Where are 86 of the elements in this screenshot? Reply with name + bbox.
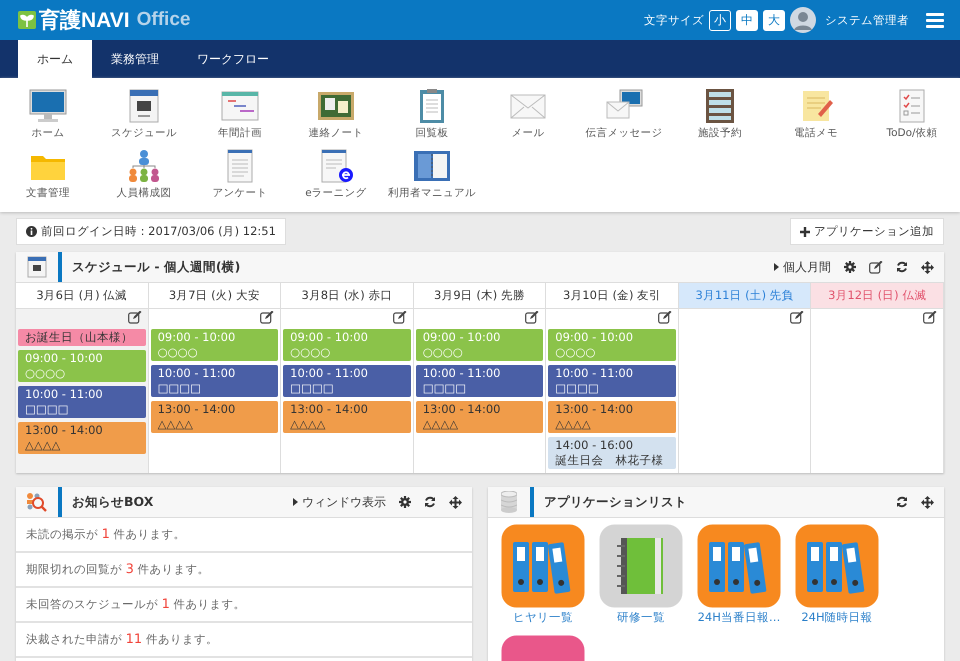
avatar-icon (790, 7, 816, 33)
edit-icon[interactable] (128, 311, 142, 324)
day-header: 3月10日 (金) 友引 (546, 283, 679, 309)
launcher-item[interactable]: ホーム (0, 88, 96, 148)
launcher-item[interactable]: 電話メモ (768, 88, 864, 148)
launcher-item[interactable]: アンケート (192, 148, 288, 208)
settings-icon[interactable] (844, 261, 856, 273)
notice-row[interactable]: 決裁された申請が 11 件あります。 (16, 623, 472, 658)
monthly-view-link[interactable]: 個人月間 (774, 258, 831, 276)
schedule-event[interactable]: 10:00 - 11:00 □□□□ (18, 386, 146, 418)
add-application-button[interactable]: アプリケーション追加 (790, 218, 944, 245)
application-shortcut[interactable]: 研修一覧 (596, 522, 686, 625)
search-people-icon (26, 492, 48, 512)
launcher-item[interactable]: 文書管理 (0, 148, 96, 208)
database-icon (501, 491, 517, 513)
user-name[interactable]: システム管理者 (825, 12, 909, 28)
font-size-button[interactable]: 小 (709, 10, 731, 30)
edit-icon[interactable] (869, 260, 883, 274)
move-icon[interactable] (921, 496, 934, 508)
window-view-link[interactable]: ウィンドウ表示 (293, 494, 386, 510)
logo-text: 育護NAVI (39, 7, 130, 34)
caret-icon (293, 498, 298, 506)
launcher-item[interactable]: 年間計画 (192, 88, 288, 148)
nav-tab[interactable]: ワークフロー (178, 40, 288, 78)
schedule-event[interactable]: 10:00 - 11:00 □□□□ (150, 365, 278, 397)
font-size-label: 文字サイズ (644, 12, 704, 28)
caret-icon (774, 263, 779, 271)
day-header: 3月8日 (水) 赤口 (281, 283, 414, 309)
application-shortcut[interactable]: 24H随時日報 (792, 522, 882, 625)
schedule-event[interactable]: 13:00 - 14:00 △△△△ (548, 401, 676, 433)
info-icon (26, 226, 37, 237)
schedule-event[interactable]: 10:00 - 11:00 □□□□ (416, 365, 544, 397)
launcher-item[interactable]: eラーニング (288, 148, 384, 208)
day-header: 3月11日 (土) 先負 (678, 283, 812, 309)
refresh-icon[interactable] (424, 496, 436, 508)
schedule-event[interactable]: お誕生日（山本様） (18, 329, 146, 346)
notice-row[interactable]: 期限切れの回覧が 3 件あります。 (16, 553, 472, 588)
nav-tab[interactable]: 業務管理 (92, 40, 178, 78)
edit-icon[interactable] (658, 311, 672, 324)
sprout-icon (18, 11, 36, 29)
edit-icon[interactable] (790, 311, 804, 324)
launcher-item[interactable]: メール (480, 88, 576, 148)
launcher-item[interactable]: 施設予約 (672, 88, 768, 148)
settings-icon[interactable] (399, 496, 411, 508)
schedule-event[interactable]: 13:00 - 14:00 △△△△ (18, 422, 146, 454)
notice-row[interactable]: 未読の掲示が 1 件あります。 (16, 518, 472, 553)
launcher-item[interactable]: 回覧板 (384, 88, 480, 148)
refresh-icon[interactable] (896, 261, 908, 273)
nav-tab[interactable]: ホーム (18, 40, 92, 78)
plus-icon (800, 226, 810, 236)
panel-title: アプリケーションリスト (544, 494, 688, 510)
menu-icon[interactable] (926, 12, 944, 28)
font-size-button[interactable]: 中 (736, 10, 758, 30)
launcher-item[interactable]: スケジュール (96, 88, 192, 148)
move-icon[interactable] (449, 496, 462, 508)
schedule-event[interactable]: 13:00 - 14:00 △△△△ (150, 401, 278, 433)
move-icon[interactable] (921, 260, 934, 274)
schedule-event[interactable]: 10:00 - 11:00 □□□□ (548, 365, 676, 397)
application-shortcut[interactable]: ヒヤリ一覧 (498, 522, 588, 625)
schedule-event[interactable]: 10:00 - 11:00 □□□□ (283, 365, 411, 397)
monitor-icon (28, 88, 68, 124)
notice-row[interactable]: 未回答のスケジュールが 1 件あります。 (16, 588, 472, 623)
day-header: 3月12日 (日) 仏滅 (811, 283, 944, 309)
manual-icon (412, 148, 452, 184)
refresh-icon[interactable] (896, 496, 908, 508)
application-shortcut[interactable]: 24H当番日報… (694, 522, 784, 625)
launcher-item[interactable]: 人員構成図 (96, 148, 192, 208)
schedule-event[interactable]: 13:00 - 14:00 △△△△ (283, 401, 411, 433)
launcher-item[interactable]: 伝言メッセージ (576, 88, 672, 148)
panel-title: お知らせBOX (72, 494, 154, 510)
logo-suffix: Office (136, 9, 190, 31)
calendar-icon (27, 256, 47, 278)
launcher-item[interactable]: 連絡ノート (288, 88, 384, 148)
day-header: 3月9日 (木) 先勝 (414, 283, 546, 309)
edit-icon[interactable] (525, 311, 540, 324)
edit-icon[interactable] (922, 311, 937, 324)
edit-icon[interactable] (392, 311, 407, 324)
launcher-item[interactable]: 利用者マニュアル (384, 148, 480, 208)
panel-title: スケジュール - 個人週間(横) (72, 258, 242, 276)
last-login-text: 前回ログイン日時 : 2017/03/06 (月) 12:51 (41, 224, 276, 239)
launcher-item[interactable]: ToDo/依頼 (864, 88, 960, 148)
day-header: 3月7日 (火) 大安 (148, 283, 282, 309)
font-size-button[interactable]: 大 (763, 10, 785, 30)
edit-icon[interactable] (260, 311, 274, 324)
schedule-event[interactable]: 14:00 - 16:00 誕生日会 林花子様 (548, 437, 676, 469)
schedule-event[interactable]: 13:00 - 14:00 △△△△ (416, 401, 544, 433)
